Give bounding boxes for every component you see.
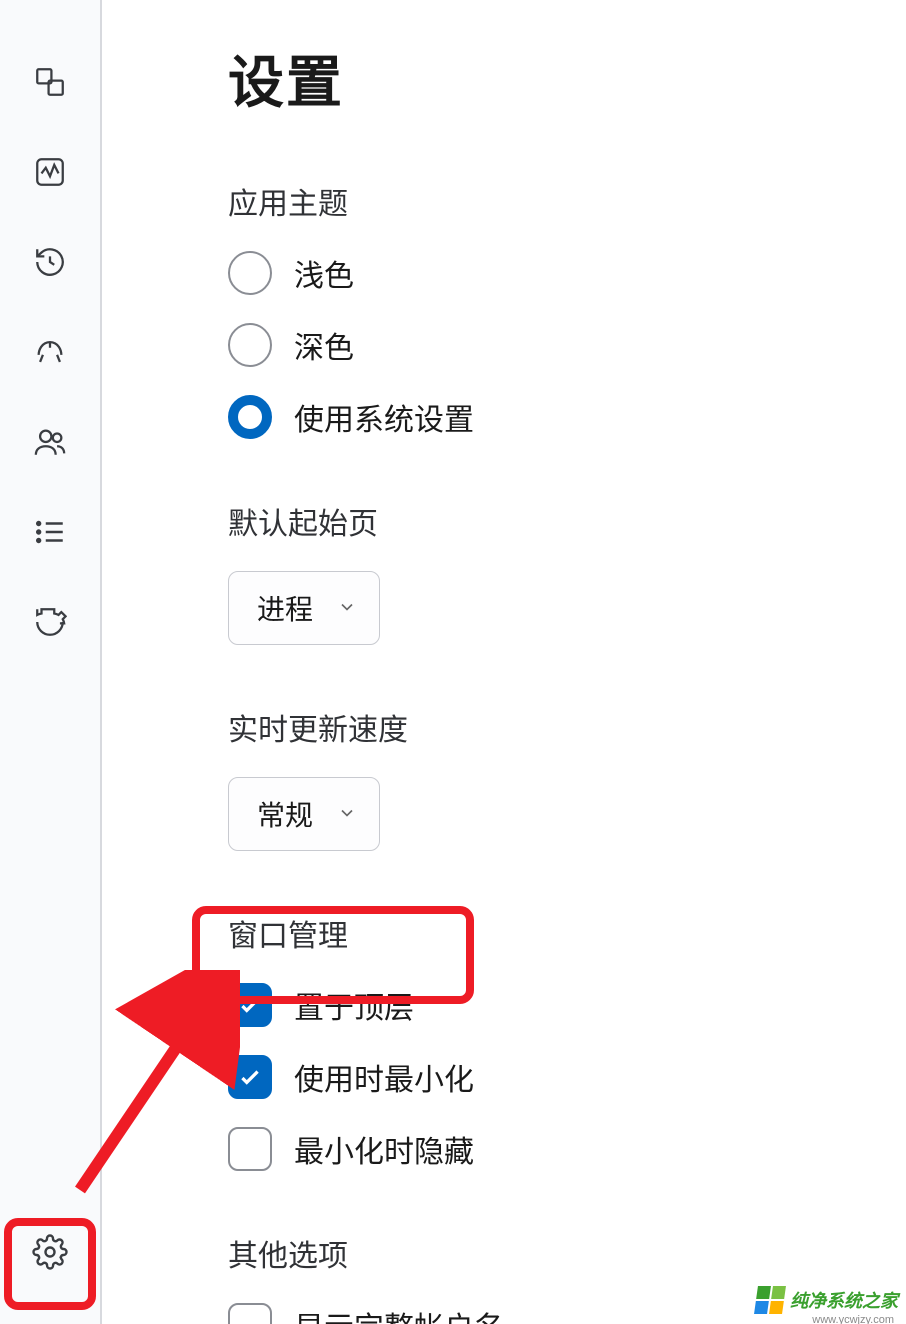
sidebar-item-history[interactable] <box>20 234 80 294</box>
performance-icon <box>33 155 67 194</box>
sidebar-item-performance[interactable] <box>20 144 80 204</box>
checkbox-icon <box>228 983 272 1027</box>
checkbox-label: 置于顶层 <box>294 983 414 1027</box>
section-update-speed: 实时更新速度 常规 <box>228 705 906 851</box>
sidebar-item-details[interactable] <box>20 504 80 564</box>
main-content: 设置 应用主题 浅色 深色 使用系统设置 默认起始页 进程 实时更新速度 常规 <box>102 0 906 1324</box>
sidebar-item-users[interactable] <box>20 414 80 474</box>
watermark-text: 纯净系统之家 <box>790 1287 898 1313</box>
dropdown-start-page[interactable]: 进程 <box>228 571 380 645</box>
sidebar <box>0 0 102 1324</box>
dropdown-update-speed[interactable]: 常规 <box>228 777 380 851</box>
section-title-window-mgmt: 窗口管理 <box>228 911 906 955</box>
checkbox-hide-when-minimized[interactable]: 最小化时隐藏 <box>228 1127 906 1171</box>
radio-icon <box>228 251 272 295</box>
sidebar-item-processes[interactable] <box>20 54 80 114</box>
startup-icon <box>33 335 67 374</box>
section-window-mgmt: 窗口管理 置于顶层 使用时最小化 最小化时隐藏 <box>228 911 906 1171</box>
section-title-update-speed: 实时更新速度 <box>228 705 906 749</box>
checkbox-label: 最小化时隐藏 <box>294 1127 474 1171</box>
services-icon <box>33 605 67 644</box>
radio-theme-light[interactable]: 浅色 <box>228 251 906 295</box>
checkbox-minimize-on-use[interactable]: 使用时最小化 <box>228 1055 906 1099</box>
section-title-other: 其他选项 <box>228 1231 906 1275</box>
sidebar-item-settings[interactable] <box>20 1224 80 1284</box>
radio-theme-system[interactable]: 使用系统设置 <box>228 395 906 439</box>
users-icon <box>33 425 67 464</box>
processes-icon <box>33 65 67 104</box>
radio-label: 使用系统设置 <box>294 395 474 439</box>
history-icon <box>33 245 67 284</box>
chevron-down-icon <box>337 798 357 830</box>
checkbox-label: 使用时最小化 <box>294 1055 474 1099</box>
radio-icon <box>228 395 272 439</box>
watermark-url: www.ycwjzy.com <box>812 1314 894 1324</box>
sidebar-item-startup[interactable] <box>20 324 80 384</box>
checkbox-icon <box>228 1055 272 1099</box>
section-start-page: 默认起始页 进程 <box>228 499 906 645</box>
details-icon <box>33 515 67 554</box>
checkbox-label: 显示完整帐户名 <box>294 1303 504 1324</box>
checkbox-icon <box>228 1127 272 1171</box>
checkbox-icon <box>228 1303 272 1324</box>
checkbox-always-on-top[interactable]: 置于顶层 <box>228 983 906 1027</box>
radio-label: 浅色 <box>294 251 354 295</box>
section-title-theme: 应用主题 <box>228 179 906 223</box>
settings-icon <box>32 1234 68 1275</box>
page-title: 设置 <box>228 38 906 119</box>
section-title-start-page: 默认起始页 <box>228 499 906 543</box>
section-theme: 应用主题 浅色 深色 使用系统设置 <box>228 179 906 439</box>
radio-label: 深色 <box>294 323 354 367</box>
chevron-down-icon <box>337 592 357 624</box>
radio-icon <box>228 323 272 367</box>
dropdown-value: 常规 <box>257 794 313 834</box>
dropdown-value: 进程 <box>257 588 313 628</box>
sidebar-item-services[interactable] <box>20 594 80 654</box>
watermark-logo-icon <box>754 1286 786 1314</box>
radio-theme-dark[interactable]: 深色 <box>228 323 906 367</box>
watermark: 纯净系统之家 www.ycwjzy.com <box>756 1286 898 1314</box>
